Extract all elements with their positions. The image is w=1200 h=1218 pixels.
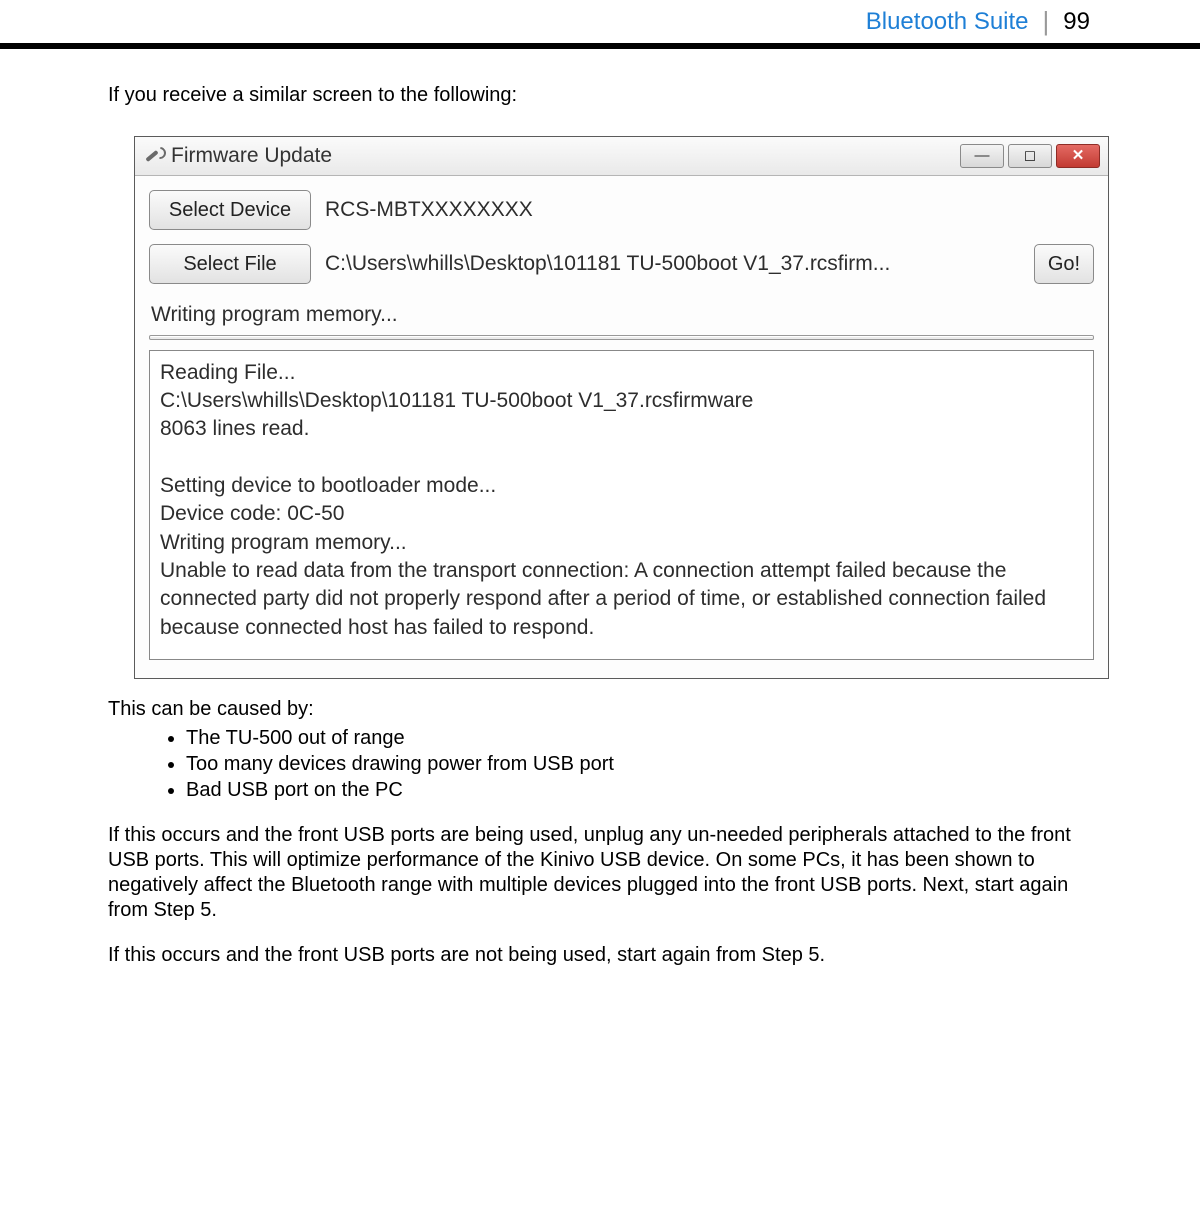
list-item: The TU-500 out of range xyxy=(186,726,1092,751)
file-value: C:\Users\whills\Desktop\101181 TU-500boo… xyxy=(325,251,1024,277)
log-output: Reading File... C:\Users\whills\Desktop\… xyxy=(149,350,1094,660)
page-header: Bluetooth Suite | 99 xyxy=(0,0,1200,43)
close-button[interactable]: ✕ xyxy=(1056,144,1100,168)
window-titlebar: Firmware Update — ◻ ✕ xyxy=(135,137,1108,176)
minimize-button[interactable]: — xyxy=(960,144,1004,168)
progress-bar xyxy=(149,335,1094,340)
list-item: Bad USB port on the PC xyxy=(186,778,1092,803)
after-screenshot: This can be caused by: The TU-500 out of… xyxy=(108,697,1092,968)
wrench-icon xyxy=(143,146,163,166)
status-text: Writing program memory... xyxy=(151,302,1094,328)
go-button[interactable]: Go! xyxy=(1034,244,1094,284)
header-page-number: 99 xyxy=(1063,8,1090,36)
causes-list: The TU-500 out of range Too many devices… xyxy=(186,726,1092,803)
device-value: RCS-MBTXXXXXXXX xyxy=(325,197,1094,223)
paragraph-front-ports-used: If this occurs and the front USB ports a… xyxy=(108,823,1092,923)
firmware-update-window: Firmware Update — ◻ ✕ Select Device RCS-… xyxy=(134,136,1109,679)
paragraph-front-ports-not-used: If this occurs and the front USB ports a… xyxy=(108,943,1092,968)
file-row: Select File C:\Users\whills\Desktop\1011… xyxy=(149,244,1094,284)
select-device-button[interactable]: Select Device xyxy=(149,190,311,230)
dialog-body: Select Device RCS-MBTXXXXXXXX Select Fil… xyxy=(135,176,1108,677)
window-controls: — ◻ ✕ xyxy=(960,144,1100,168)
device-row: Select Device RCS-MBTXXXXXXXX xyxy=(149,190,1094,230)
page-content: If you receive a similar screen to the f… xyxy=(0,49,1200,1028)
header-separator: | xyxy=(1043,6,1050,37)
window-title: Firmware Update xyxy=(171,143,960,169)
header-section: Bluetooth Suite xyxy=(866,8,1029,36)
list-item: Too many devices drawing power from USB … xyxy=(186,752,1092,777)
maximize-button[interactable]: ◻ xyxy=(1008,144,1052,168)
causes-intro: This can be caused by: xyxy=(108,697,1092,722)
intro-text: If you receive a similar screen to the f… xyxy=(108,83,1092,108)
select-file-button[interactable]: Select File xyxy=(149,244,311,284)
